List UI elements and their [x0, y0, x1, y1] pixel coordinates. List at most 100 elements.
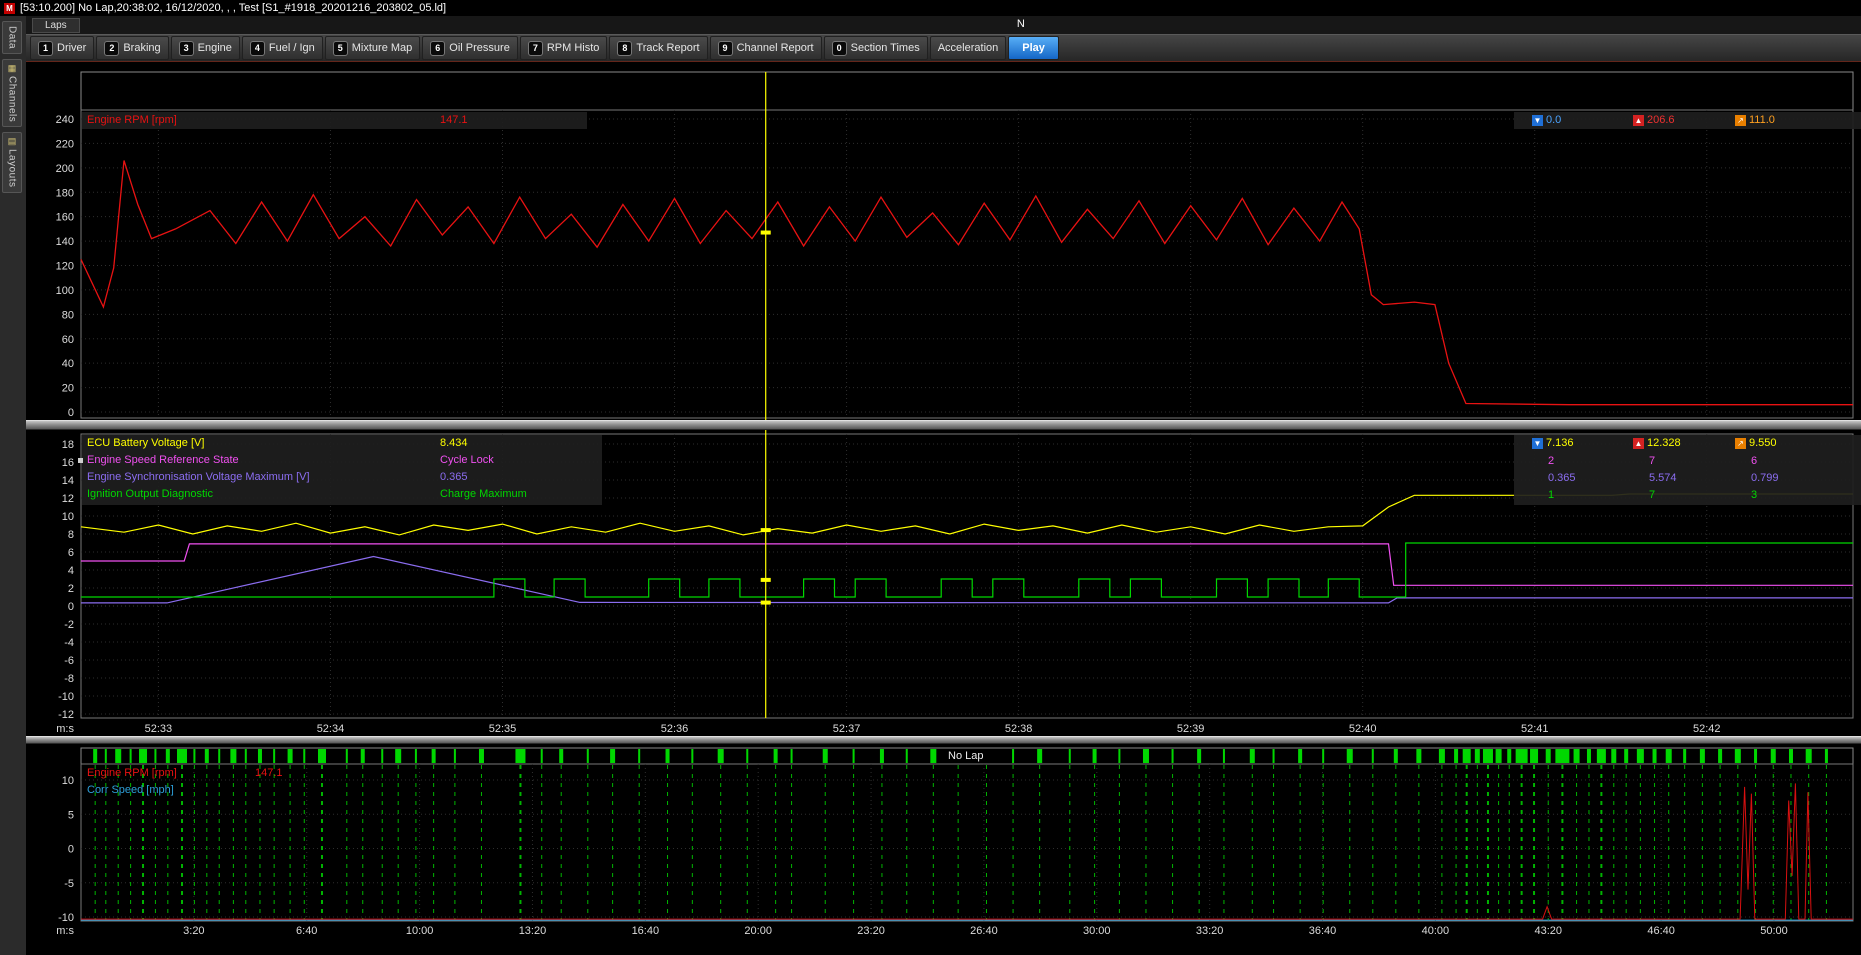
key-1-badge: 1 [38, 41, 53, 56]
sidebar-tab-data[interactable]: Data [2, 21, 22, 54]
worksheet-toolbar: 1Driver 2Braking 3Engine 4Fuel / Ign 5Mi… [26, 34, 1861, 63]
tab-braking[interactable]: 2Braking [96, 36, 168, 60]
svg-text:30:00: 30:00 [1083, 925, 1111, 937]
laps-bar: Laps N [26, 16, 1861, 35]
svg-text:36:40: 36:40 [1309, 925, 1337, 937]
no-lap-label: No Lap [938, 749, 993, 763]
channel-label-ref-state[interactable]: Engine Speed Reference State [87, 453, 239, 467]
svg-text:52:40: 52:40 [1349, 723, 1377, 735]
rpm-cursor-value: 147.1 [440, 113, 468, 127]
svg-text:6:40: 6:40 [296, 925, 317, 937]
battery-mean-stat: ↗ 9.550 [1735, 437, 1777, 449]
overview-rpm-label[interactable]: Engine RPM [rpm] [87, 766, 177, 780]
svg-text:4: 4 [68, 565, 74, 577]
svg-text:33:20: 33:20 [1196, 925, 1224, 937]
max-icon: ▲ [1633, 115, 1644, 126]
key-0-badge: 0 [832, 41, 847, 56]
svg-text:10: 10 [62, 511, 74, 523]
rpm-channel-label[interactable]: Engine RPM [rpm] [87, 113, 177, 127]
tab-fuel-ign[interactable]: 4Fuel / Ign [242, 36, 323, 60]
min-icon: ▼ [1532, 115, 1543, 126]
svg-text:10:00: 10:00 [406, 925, 434, 937]
tab-play[interactable]: Play [1008, 36, 1059, 60]
svg-text:12: 12 [62, 493, 74, 505]
overview-rpm-value: 147.1 [255, 766, 283, 780]
rpm-stats-bg [1514, 112, 1861, 129]
ref-state-mean: 6 [1751, 454, 1757, 468]
svg-text:8: 8 [68, 529, 74, 541]
channels-icon: ▦ [8, 64, 17, 73]
overview-speed-label[interactable]: Corr Speed [mph] [87, 783, 174, 797]
svg-text:-8: -8 [64, 673, 74, 685]
mean-icon: ↗ [1735, 438, 1746, 449]
svg-text:16: 16 [62, 457, 74, 469]
svg-text:60: 60 [62, 334, 74, 346]
key-9-badge: 9 [718, 41, 733, 56]
svg-text:6: 6 [68, 547, 74, 559]
svg-text:50:00: 50:00 [1760, 925, 1788, 937]
svg-text:20:00: 20:00 [744, 925, 772, 937]
ign-mean: 3 [1751, 488, 1757, 502]
sidebar-tab-layouts[interactable]: ▤ Layouts [2, 132, 22, 193]
svg-text:2: 2 [68, 583, 74, 595]
svg-text:40: 40 [62, 358, 74, 370]
rpm-max-stat: ▲ 206.6 [1633, 114, 1675, 126]
ign-max: 7 [1649, 488, 1655, 502]
tab-driver[interactable]: 1Driver [30, 36, 94, 60]
svg-text:43:20: 43:20 [1534, 925, 1562, 937]
svg-text:52:36: 52:36 [661, 723, 689, 735]
tab-oil-pressure[interactable]: 6Oil Pressure [422, 36, 518, 60]
ign-min: 1 [1548, 488, 1554, 502]
svg-text:0: 0 [68, 844, 74, 856]
key-2-badge: 2 [104, 41, 119, 56]
svg-text:100: 100 [56, 285, 74, 297]
rpm-min-stat: ▼ 0.0 [1532, 114, 1561, 126]
panel-separator-1[interactable] [26, 420, 1861, 430]
key-5-badge: 5 [333, 41, 348, 56]
tab-channel-report[interactable]: 9Channel Report [710, 36, 822, 60]
svg-text:120: 120 [56, 261, 74, 273]
tab-mixture-map[interactable]: 5Mixture Map [325, 36, 421, 60]
channel-label-battery[interactable]: ECU Battery Voltage [V] [87, 436, 204, 450]
svg-text:16:40: 16:40 [632, 925, 660, 937]
tab-engine[interactable]: 3Engine [171, 36, 240, 60]
tab-section-times[interactable]: 0Section Times [824, 36, 928, 60]
svg-text:-4: -4 [64, 637, 74, 649]
svg-text:18: 18 [62, 439, 74, 451]
svg-text:26:40: 26:40 [970, 925, 998, 937]
max-icon: ▲ [1633, 438, 1644, 449]
key-6-badge: 6 [430, 41, 445, 56]
svg-text:46:40: 46:40 [1647, 925, 1675, 937]
svg-text:52:41: 52:41 [1521, 723, 1549, 735]
sync-min: 0.365 [1548, 471, 1576, 485]
min-icon: ▼ [1532, 438, 1543, 449]
svg-text:160: 160 [56, 212, 74, 224]
key-7-badge: 7 [528, 41, 543, 56]
svg-text:0: 0 [68, 601, 74, 613]
channel-label-ignition-diag[interactable]: Ignition Output Diagnostic [87, 487, 213, 501]
svg-text:52:37: 52:37 [833, 723, 861, 735]
svg-text:3:20: 3:20 [183, 925, 204, 937]
title-bar: M [53:10.200] No Lap,20:38:02, 16/12/202… [0, 0, 1861, 16]
channel-label-sync-voltage[interactable]: Engine Synchronisation Voltage Maximum [… [87, 470, 310, 484]
charts-canvas: 02040608010012014016018020022024052:3352… [26, 62, 1861, 955]
laps-tab[interactable]: Laps [32, 18, 80, 33]
sidebar-tab-channels[interactable]: ▦ Channels [2, 59, 22, 127]
tab-track-report[interactable]: 8Track Report [609, 36, 707, 60]
svg-text:220: 220 [56, 138, 74, 150]
battery-min-stat: ▼ 7.136 [1532, 437, 1574, 449]
tab-acceleration[interactable]: Acceleration [930, 36, 1007, 60]
battery-max-stat: ▲ 12.328 [1633, 437, 1681, 449]
panel-separator-2[interactable] [26, 736, 1861, 744]
tab-rpm-histo[interactable]: 7RPM Histo [520, 36, 608, 60]
svg-text:m:s: m:s [56, 723, 74, 735]
sync-max: 5.574 [1649, 471, 1677, 485]
channel-value-battery: 8.434 [440, 436, 468, 450]
svg-text:0: 0 [68, 407, 74, 419]
svg-text:-5: -5 [64, 878, 74, 890]
ref-state-min: 2 [1548, 454, 1554, 468]
ref-state-max: 7 [1649, 454, 1655, 468]
active-channel-marker [78, 458, 83, 463]
sidebar-tab-channels-label: Channels [7, 76, 18, 122]
motec-i2-window: M [53:10.200] No Lap,20:38:02, 16/12/202… [0, 0, 1861, 955]
